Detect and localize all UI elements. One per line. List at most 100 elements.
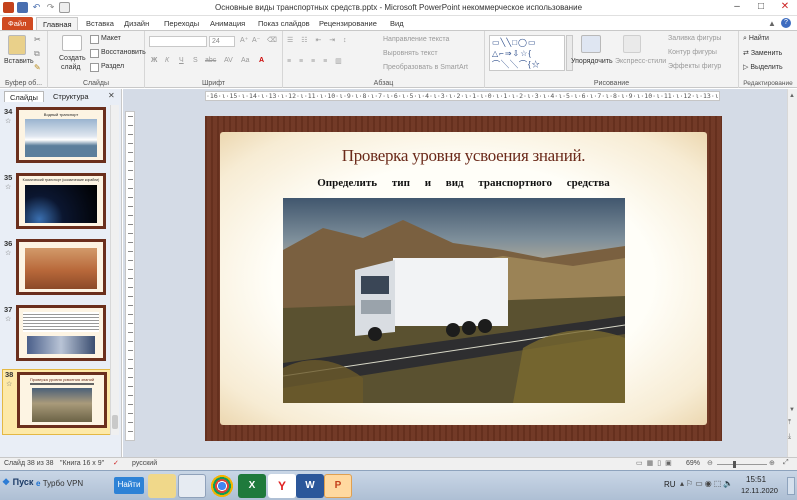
zoom-percent[interactable]: 69% — [686, 460, 700, 467]
slide-thumbnail-38[interactable]: 38 ☆ Проверка уровня усвоения знаний — [2, 369, 118, 435]
keyboard-language[interactable]: RU — [664, 480, 676, 489]
scroll-down-icon[interactable]: ▼ — [789, 407, 795, 413]
truck-photo[interactable] — [283, 198, 625, 403]
vpn-button[interactable]: e Турбо VPN — [36, 479, 83, 488]
canvas-scrollbar[interactable]: ▲ ▼ ⤒ ⤓ — [787, 89, 797, 457]
scroll-up-icon[interactable]: ▲ — [789, 93, 795, 99]
slide-thumbnail-37[interactable]: 37 ☆ — [2, 305, 118, 367]
tray-icons[interactable]: ▴⚐▭◉⬚🔈 — [680, 479, 735, 488]
quick-styles-icon[interactable] — [623, 35, 641, 53]
shrink-font-icon[interactable]: A⁻ — [252, 36, 260, 44]
slide-title[interactable]: Проверка уровня усвоения знаний. — [220, 146, 707, 166]
new-slide-button-line1[interactable]: Создать — [59, 55, 86, 62]
tab-design[interactable]: Дизайн — [118, 17, 155, 30]
strike-button[interactable]: S — [193, 57, 198, 64]
shapes-gallery-scroll[interactable] — [566, 35, 573, 71]
shape-effects-button[interactable]: Эффекты фигур — [668, 63, 721, 70]
view-buttons[interactable]: ▭▦▯▣ — [636, 459, 676, 467]
zoom-slider[interactable] — [717, 464, 767, 465]
new-slide-icon[interactable] — [62, 35, 82, 51]
find-button[interactable]: ⌕ Найти — [743, 35, 769, 43]
smartart-button[interactable]: Преобразовать в SmartArt — [383, 64, 468, 71]
paste-icon[interactable] — [8, 35, 26, 55]
new-slide-button-line2[interactable]: слайд — [61, 64, 80, 71]
clock-time[interactable]: 15:51 — [746, 475, 766, 484]
align-buttons-row[interactable]: ≡ ≡ ≡ ≡ ▥ — [287, 57, 345, 65]
clear-format-icon[interactable]: ⌫ — [267, 36, 277, 44]
word-icon[interactable]: W — [296, 474, 324, 498]
theme-name[interactable]: "Книга 16 x 9" — [60, 460, 104, 467]
align-text-button[interactable]: Выровнять текст — [383, 50, 438, 57]
copy-icon[interactable]: ⧉ — [34, 49, 40, 59]
cut-icon[interactable]: ✂ — [34, 35, 41, 44]
font-size-combo[interactable]: 24 — [209, 36, 235, 47]
slide-thumbnail-34[interactable]: 34 ☆ Водный транспорт — [2, 107, 118, 169]
tab-slides[interactable]: Слайды — [4, 91, 44, 102]
next-slide-icon[interactable]: ⤓ — [788, 433, 791, 441]
tab-file[interactable]: Файл — [2, 17, 33, 30]
slide-thumbnail-35[interactable]: 35 ☆ Космический транспорт (космические … — [2, 173, 118, 235]
shape-fill-button[interactable]: Заливка фигуры — [668, 35, 721, 42]
select-button[interactable]: ▷ Выделить — [743, 63, 783, 71]
vertical-ruler — [125, 111, 135, 441]
text-direction-button[interactable]: Направление текста — [383, 36, 449, 43]
yandex-browser-icon[interactable]: Y — [268, 474, 296, 498]
scroll-thumb[interactable] — [112, 415, 118, 429]
format-painter-icon[interactable]: ✎ — [34, 63, 41, 72]
powerpoint-taskbar-icon[interactable]: P — [324, 474, 352, 498]
zoom-slider-thumb[interactable] — [733, 461, 736, 468]
arrange-button[interactable]: Упорядочить — [571, 58, 613, 65]
search-button[interactable]: Найти — [114, 477, 144, 494]
zoom-out-icon[interactable]: ⊖ — [707, 459, 713, 467]
spellcheck-icon[interactable]: ✓ — [113, 459, 119, 467]
chrome-icon[interactable] — [208, 474, 236, 498]
underline-button[interactable]: Ч — [179, 57, 184, 64]
replace-button[interactable]: ⇄ Заменить — [743, 49, 782, 57]
close-pane-icon[interactable]: ✕ — [108, 91, 115, 100]
zoom-in-icon[interactable]: ⊕ — [769, 459, 775, 467]
start-button[interactable]: ❖ Пуск — [2, 477, 33, 488]
shapes-gallery[interactable]: ▭╲╲□◯▭ △⌐⇒⇩☆{⌒╲╲⌒{☆ — [489, 35, 565, 71]
strikethrough-button[interactable]: abc — [205, 57, 216, 64]
quick-styles-button[interactable]: Экспресс-стили — [615, 58, 666, 65]
close-button[interactable]: ✕ — [773, 0, 797, 14]
tab-animation[interactable]: Анимация — [204, 17, 251, 30]
clock-date[interactable]: 12.11.2020 — [741, 486, 778, 495]
change-case-button[interactable]: Aa — [241, 57, 250, 64]
font-name-combo[interactable] — [149, 36, 207, 47]
arrange-icon[interactable] — [581, 35, 601, 53]
tab-review[interactable]: Рецензирование — [313, 17, 383, 30]
tab-view[interactable]: Вид — [384, 17, 410, 30]
slide-thumbnail-36[interactable]: 36 ☆ — [2, 239, 118, 301]
slides-pane-scrollbar[interactable] — [110, 105, 119, 435]
notifications-icon[interactable] — [787, 477, 795, 495]
calculator-icon[interactable] — [178, 474, 206, 498]
layout-button[interactable]: Макет — [101, 35, 121, 42]
slide[interactable]: Проверка уровня усвоения знаний. Определ… — [205, 116, 722, 441]
collapse-ribbon-icon[interactable]: ▲ — [768, 19, 776, 28]
grow-font-icon[interactable]: A⁺ — [240, 36, 248, 44]
paste-button[interactable]: Вставить — [4, 58, 34, 65]
excel-icon[interactable]: X — [238, 474, 266, 498]
shape-outline-button[interactable]: Контур фигуры — [668, 49, 717, 56]
char-spacing-button[interactable]: AV — [224, 57, 233, 64]
italic-button[interactable]: К — [165, 57, 169, 64]
tab-home[interactable]: Главная — [36, 17, 78, 30]
tab-transitions[interactable]: Переходы — [158, 17, 205, 30]
list-buttons-row[interactable]: ☰ ☷ ⇤ ⇥ ↕ — [287, 36, 350, 44]
font-color-button[interactable]: A — [259, 57, 264, 64]
section-button[interactable]: Раздел — [101, 63, 124, 70]
reset-button[interactable]: Восстановить — [101, 49, 146, 56]
fit-to-window-icon[interactable]: ⤢ — [783, 459, 789, 467]
tab-insert[interactable]: Вставка — [80, 17, 120, 30]
minimize-button[interactable]: – — [725, 0, 749, 14]
tab-slideshow[interactable]: Показ слайдов — [252, 17, 316, 30]
prev-slide-icon[interactable]: ⤒ — [788, 419, 791, 427]
bold-button[interactable]: Ж — [151, 57, 157, 64]
maximize-button[interactable]: □ — [749, 0, 773, 14]
language-indicator[interactable]: русский — [132, 460, 157, 467]
help-icon[interactable]: ? — [781, 18, 791, 28]
file-explorer-icon[interactable] — [148, 474, 176, 498]
slide-subtitle[interactable]: Определить тип и вид транспортного средс… — [220, 177, 707, 189]
tab-outline[interactable]: Структура — [48, 91, 94, 102]
